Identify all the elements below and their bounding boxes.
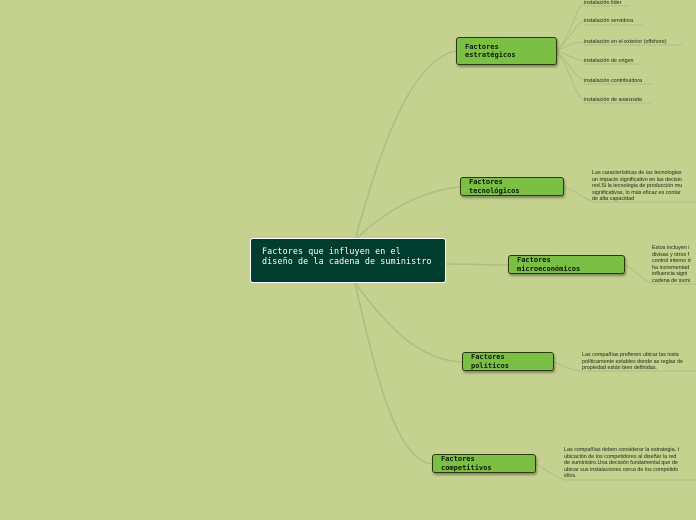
connector-microeconomicos bbox=[445, 263, 509, 266]
note-politicos[interactable]: Las compañías prefieren ubicar las insta… bbox=[582, 352, 696, 372]
note-competitivos[interactable]: Las compañías deben considerar la estrat… bbox=[564, 447, 696, 480]
connector-tecnologicos bbox=[354, 186, 461, 241]
subtopic-instalacion-contribuidora[interactable]: instalación contribuidora bbox=[584, 78, 642, 85]
mind-map-canvas: Factores que influyen en el diseño de la… bbox=[0, 0, 696, 520]
connector-competitivos bbox=[354, 282, 433, 465]
topic-factores-politicos[interactable]: Factores políticos bbox=[462, 352, 554, 371]
note-microeconomicos[interactable]: Estos incluyen i divisas y otros f contr… bbox=[652, 245, 696, 285]
central-topic[interactable]: Factores que influyen en el diseño de la… bbox=[250, 238, 446, 283]
connector-estrategicos bbox=[354, 50, 457, 241]
topic-factores-tecnologicos[interactable]: Factores tecnológicos bbox=[460, 177, 564, 196]
subtopic-instalacion-servidora[interactable]: instalación servidora bbox=[584, 18, 633, 25]
note-tecnologicos[interactable]: Las características de las tecnologias u… bbox=[592, 170, 696, 203]
subtopic-instalacion-exterior[interactable]: instalación en el exterior (offshore) bbox=[584, 39, 667, 46]
topic-factores-competitivos[interactable]: Factores competitivos bbox=[432, 454, 536, 473]
topic-factores-microeconomicos[interactable]: Factores microeconómicos bbox=[508, 255, 625, 274]
subtopic-instalacion-avanzada[interactable]: instalación de avanzada bbox=[584, 97, 642, 104]
subtopic-instalacion-origen[interactable]: instalación de origen bbox=[584, 58, 633, 65]
topic-factores-estrategicos[interactable]: Factores estratégicos bbox=[456, 37, 557, 65]
subtopic-instalacion-lider[interactable]: instalación líder bbox=[584, 0, 621, 7]
